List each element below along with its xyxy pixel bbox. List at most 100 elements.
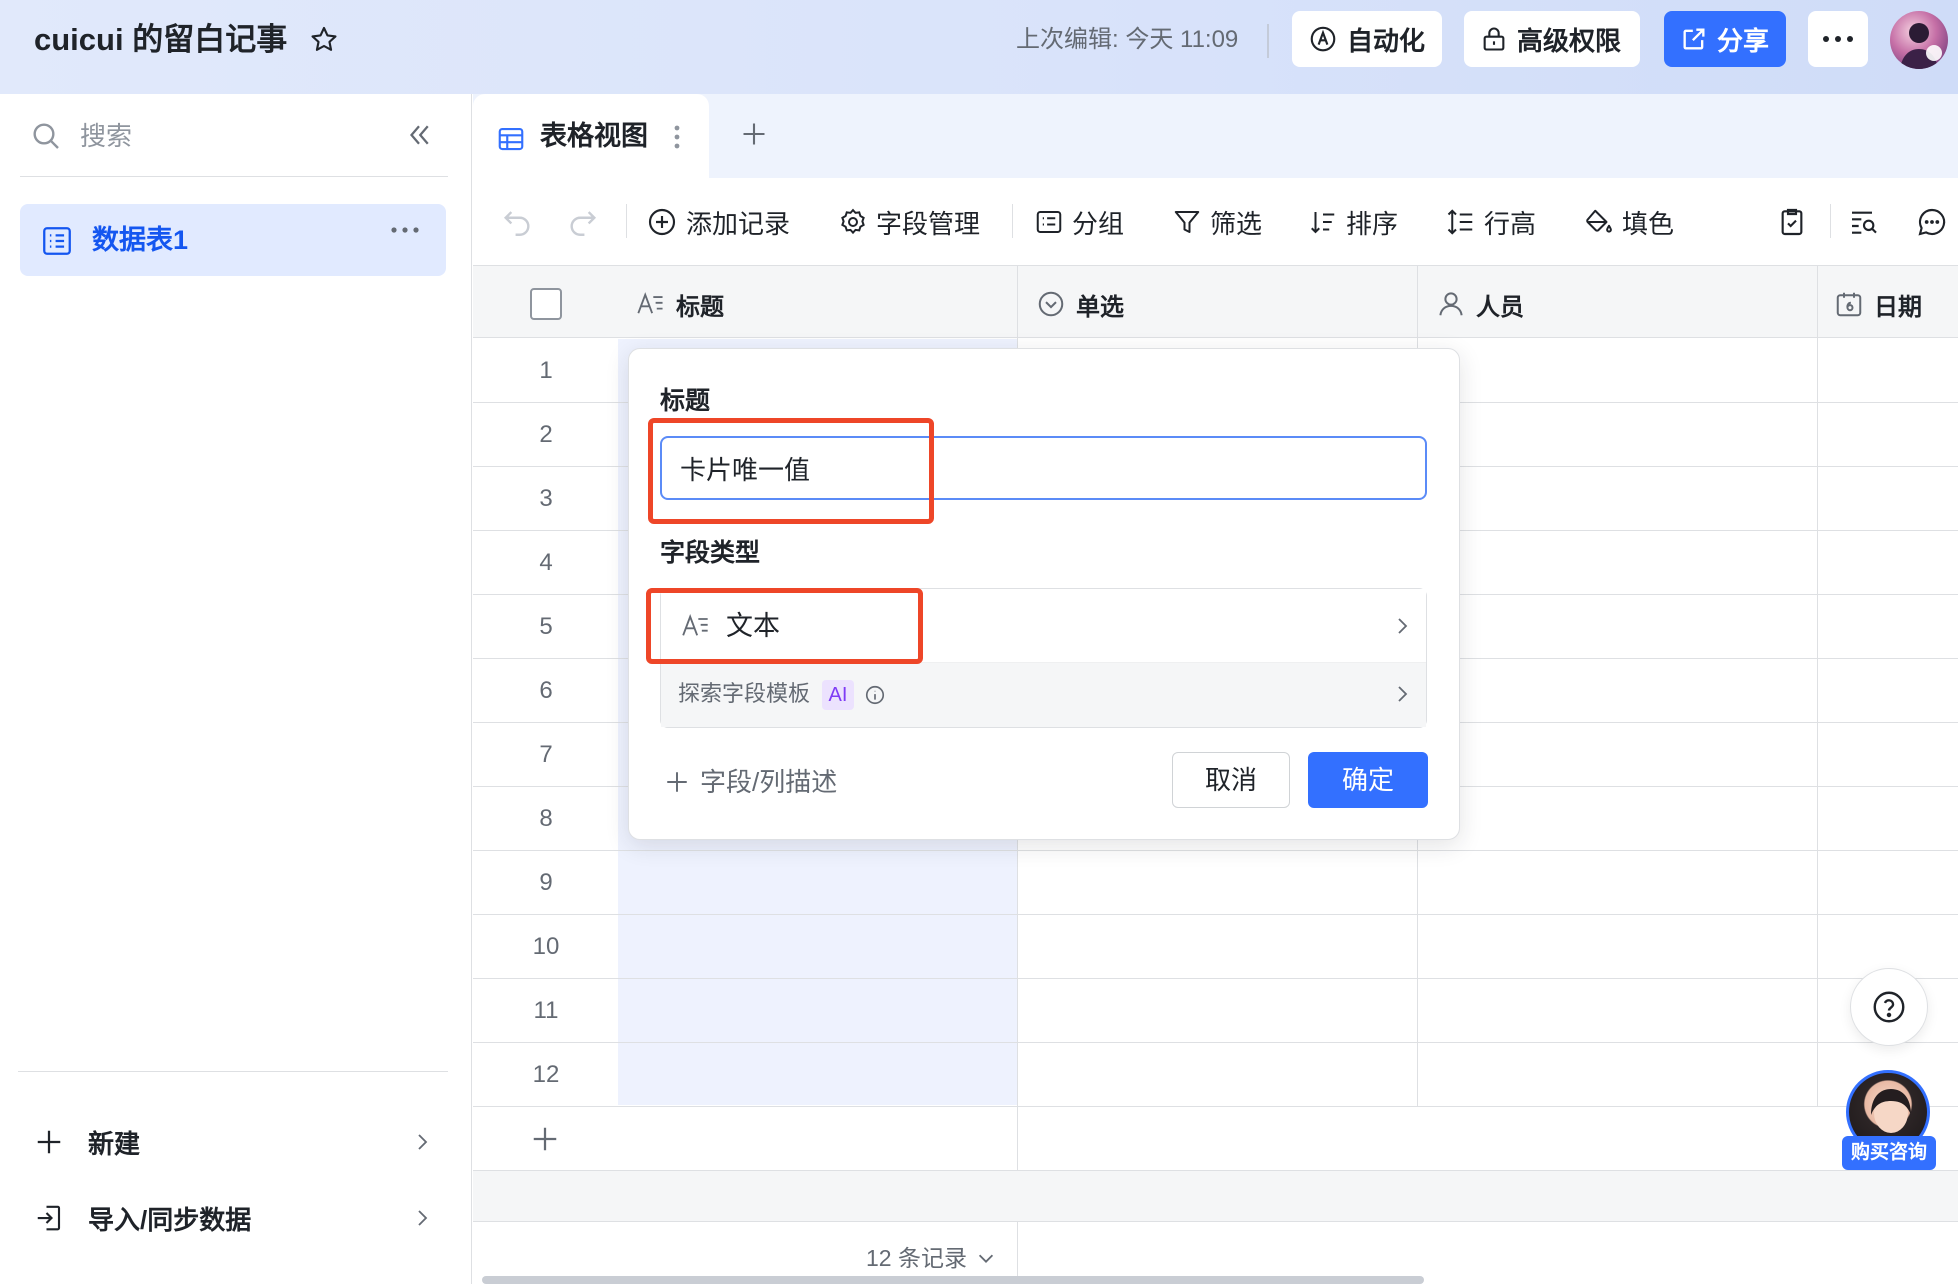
row-number: 11	[533, 997, 559, 1024]
sort-icon	[1308, 207, 1338, 237]
tab-label: 表格视图	[540, 121, 648, 151]
sidebar-divider	[20, 176, 448, 177]
advanced-permissions-button[interactable]: 高级权限	[1464, 11, 1640, 67]
field-title-label: 标题	[660, 387, 711, 415]
select-all-checkbox[interactable]	[530, 288, 562, 320]
add-record-button[interactable]: 添加记录	[646, 200, 790, 244]
star-icon[interactable]	[308, 24, 340, 56]
row-height-button[interactable]: 行高	[1446, 200, 1536, 244]
search-icon	[30, 120, 62, 152]
share-button[interactable]: 分享	[1664, 11, 1786, 67]
document-title[interactable]: cuicui 的留白记事	[34, 18, 287, 62]
row-number: 3	[539, 485, 553, 512]
column-person-label: 人员	[1476, 293, 1524, 321]
plus-circle-icon	[646, 206, 678, 238]
header-divider	[1267, 24, 1269, 58]
filter-label: 筛选	[1210, 208, 1263, 239]
row-divider	[473, 978, 1958, 979]
tab-more-icon[interactable]	[673, 124, 681, 150]
row-number: 4	[539, 549, 553, 576]
automation-button[interactable]: 自动化	[1292, 11, 1442, 67]
cancel-button[interactable]: 取消	[1172, 752, 1290, 808]
grid-view-icon	[496, 124, 526, 154]
lock-icon	[1480, 24, 1508, 54]
chevron-right-icon	[410, 1130, 434, 1154]
calendar-icon	[1834, 289, 1864, 319]
chevron-right-icon	[1390, 682, 1414, 706]
gear-icon	[838, 207, 868, 237]
column-header-person[interactable]: 人员	[1436, 284, 1524, 324]
search-records-icon[interactable]	[1848, 200, 1880, 244]
plus-icon	[34, 1127, 64, 1157]
row-number: 9	[539, 869, 553, 896]
more-icon	[1822, 35, 1854, 43]
help-button[interactable]	[1850, 968, 1928, 1046]
import-icon	[34, 1203, 64, 1233]
field-manage-label: 字段管理	[876, 208, 981, 239]
import-label: 导入/同步数据	[88, 1204, 252, 1235]
template-label: 探索字段模板	[678, 681, 811, 706]
table-item-more-icon[interactable]	[390, 226, 420, 234]
row-number: 5	[539, 613, 553, 640]
row-divider	[473, 914, 1958, 915]
share-label: 分享	[1717, 25, 1770, 56]
horizontal-scrollbar[interactable]	[482, 1276, 1424, 1284]
field-manage-button[interactable]: 字段管理	[838, 200, 980, 244]
record-count-label: 12 条记录	[866, 1245, 967, 1271]
row-number: 8	[539, 805, 553, 832]
permissions-label: 高级权限	[1517, 25, 1622, 56]
row-divider	[473, 1042, 1958, 1043]
automation-icon	[1308, 24, 1338, 54]
add-description-button[interactable]: 字段/列描述	[664, 764, 837, 800]
row-number: 1	[539, 357, 553, 384]
search-input[interactable]	[80, 114, 380, 158]
confirm-button[interactable]: 确定	[1308, 752, 1428, 808]
column-divider	[1817, 266, 1818, 1106]
sidebar-item-table[interactable]	[20, 204, 446, 276]
column-header-date[interactable]: 日期	[1834, 284, 1922, 324]
person-icon	[1436, 289, 1466, 319]
new-button[interactable]: 新建	[34, 1112, 434, 1172]
info-icon[interactable]	[864, 684, 886, 706]
fill-color-label: 填色	[1622, 208, 1675, 239]
ai-badge: AI	[822, 680, 854, 710]
more-options-button[interactable]	[1808, 11, 1868, 67]
toolbar-divider	[626, 204, 627, 238]
filter-button[interactable]: 筛选	[1172, 200, 1262, 244]
redo-icon[interactable]	[566, 200, 600, 244]
collapse-sidebar-icon[interactable]	[404, 120, 434, 150]
annotation-highlight-field-type	[646, 588, 923, 664]
chevron-right-icon	[410, 1206, 434, 1230]
import-sync-button[interactable]: 导入/同步数据	[34, 1188, 434, 1248]
record-count[interactable]: 12 条记录	[866, 1242, 997, 1274]
plus-icon	[664, 769, 690, 795]
chevron-right-icon	[1390, 614, 1414, 638]
row-number: 10	[532, 933, 560, 960]
toolbar-divider	[1012, 204, 1013, 238]
row-divider	[473, 850, 1958, 851]
column-date-label: 日期	[1874, 293, 1922, 321]
user-avatar[interactable]	[1890, 11, 1948, 69]
row-number: 6	[539, 677, 553, 704]
group-label: 分组	[1072, 208, 1125, 239]
column-header-single-select[interactable]: 单选	[1036, 284, 1124, 324]
sidebar-bottom-divider	[18, 1071, 448, 1072]
row-height-label: 行高	[1484, 208, 1537, 239]
add-view-icon[interactable]	[740, 120, 768, 148]
purchase-consult-label[interactable]: 购买咨询	[1842, 1136, 1936, 1170]
clipboard-check-icon[interactable]	[1776, 200, 1808, 244]
undo-icon[interactable]	[500, 200, 534, 244]
column-header-title[interactable]: 标题	[636, 284, 724, 324]
group-icon	[1034, 207, 1064, 237]
group-button[interactable]: 分组	[1034, 200, 1124, 244]
chevron-down-icon	[975, 1247, 997, 1269]
add-row-icon[interactable]	[530, 1124, 560, 1154]
row-number: 2	[539, 421, 553, 448]
fill-color-button[interactable]: 填色	[1584, 200, 1674, 244]
sort-button[interactable]: 排序	[1308, 200, 1398, 244]
comment-icon[interactable]	[1916, 200, 1948, 244]
field-type-label: 字段类型	[660, 539, 761, 567]
add-record-label: 添加记录	[686, 208, 791, 239]
row-divider	[473, 1106, 1958, 1107]
add-description-label: 字段/列描述	[700, 767, 838, 797]
